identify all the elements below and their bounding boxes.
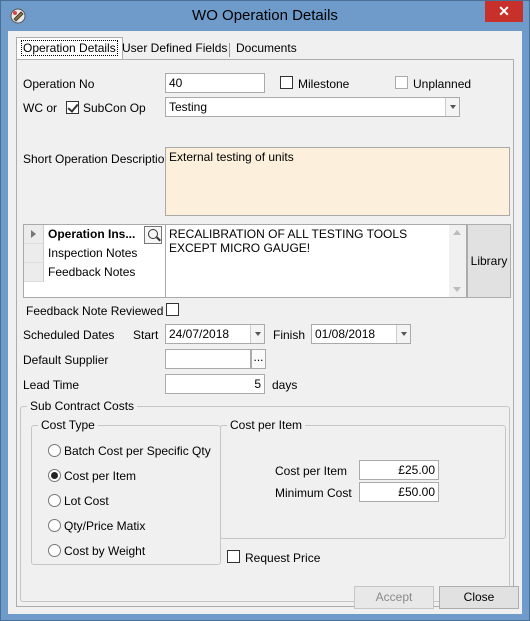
- radio-label-cost-by-weight: Cost by Weight: [64, 544, 146, 558]
- work-centre-combo[interactable]: Testing: [165, 97, 460, 117]
- note-text-area[interactable]: RECALIBRATION OF ALL TESTING TOOLS EXCEP…: [165, 224, 467, 298]
- title-bar[interactable]: WO Operation Details ✕: [1, 1, 529, 31]
- supplier-browse-button[interactable]: ...: [251, 349, 266, 369]
- short-desc-label: Short Operation Description: [23, 152, 172, 166]
- chevron-down-icon[interactable]: [445, 98, 459, 116]
- radio-cost-per-item[interactable]: [48, 469, 61, 482]
- tab-divider: [229, 43, 230, 57]
- feedback-reviewed-checkbox[interactable]: [166, 303, 179, 316]
- subcon-op-checkbox[interactable]: [66, 101, 79, 114]
- subcon-op-label: SubCon Op: [83, 101, 146, 115]
- cost-type-title: Cost Type: [38, 418, 98, 432]
- lead-time-input[interactable]: 5: [165, 374, 265, 394]
- notes-row-label: Operation Ins...: [48, 227, 136, 241]
- tab-documents[interactable]: Documents: [232, 39, 301, 59]
- chevron-down-icon[interactable]: [250, 325, 264, 343]
- radio-qty-price-matrix[interactable]: [48, 519, 61, 532]
- scroll-down-icon[interactable]: [453, 287, 461, 292]
- notes-row-inspection-notes[interactable]: Inspection Notes: [24, 244, 164, 263]
- window-title: WO Operation Details: [192, 7, 338, 24]
- window-close-icon[interactable]: ✕: [485, 1, 523, 22]
- wc-or-label: WC or: [23, 101, 57, 115]
- work-centre-value: Testing: [169, 100, 208, 114]
- milestone-label: Milestone: [298, 77, 350, 91]
- dialog-window: WO Operation Details ✕ Operation Details…: [0, 0, 530, 621]
- cost-per-item-label: Cost per Item: [275, 464, 348, 478]
- zoom-icon[interactable]: [144, 226, 162, 244]
- close-button[interactable]: Close: [439, 586, 519, 609]
- unplanned-label: Unplanned: [413, 77, 472, 91]
- radio-lot-cost[interactable]: [48, 494, 61, 507]
- row-header: [24, 263, 44, 282]
- cost-per-item-input[interactable]: £25.00: [359, 460, 439, 480]
- cost-type-group: Cost Type Batch Cost per Specific Qty Co…: [31, 418, 221, 565]
- row-pointer-icon: [31, 230, 36, 238]
- notes-row-operation-instructions[interactable]: Operation Ins...: [24, 225, 164, 244]
- request-price-label: Request Price: [245, 551, 321, 565]
- subcontract-costs-title: Sub Contract Costs: [27, 399, 138, 413]
- cost-per-item-title: Cost per Item: [227, 418, 306, 432]
- accept-button[interactable]: Accept: [354, 586, 434, 609]
- finish-date-value: 01/08/2018: [315, 327, 376, 341]
- feedback-reviewed-label: Feedback Note Reviewed: [26, 304, 164, 318]
- operation-details-panel: Operation No 40 Milestone Unplanned WC o…: [16, 59, 514, 607]
- cost-per-item-group: Cost per Item Cost per Item £25.00 Minim…: [220, 418, 506, 539]
- radio-label-batch-cost: Batch Cost per Specific Qty: [64, 444, 211, 458]
- unplanned-checkbox[interactable]: [395, 76, 408, 89]
- operation-no-label: Operation No: [23, 77, 95, 91]
- note-scrollbar[interactable]: [449, 225, 466, 297]
- notes-row-label: Feedback Notes: [48, 265, 136, 279]
- minimum-cost-input[interactable]: £50.00: [359, 482, 439, 502]
- milestone-checkbox[interactable]: [280, 76, 293, 89]
- notes-row-feedback-notes[interactable]: Feedback Notes: [24, 263, 164, 282]
- radio-batch-cost[interactable]: [48, 444, 61, 457]
- tab-label: Operation Details: [21, 40, 118, 56]
- tab-operation-details[interactable]: Operation Details: [16, 37, 123, 59]
- start-date-picker[interactable]: 24/07/2018: [165, 324, 265, 344]
- tab-user-defined-fields[interactable]: User Defined Fields: [118, 39, 231, 59]
- library-button[interactable]: Library: [467, 224, 511, 298]
- tab-label: User Defined Fields: [122, 41, 228, 55]
- minimum-cost-label: Minimum Cost: [275, 486, 352, 500]
- finish-label: Finish: [273, 328, 306, 342]
- start-date-value: 24/07/2018: [169, 327, 230, 341]
- default-supplier-label: Default Supplier: [23, 353, 109, 367]
- row-header: [24, 244, 44, 263]
- subcontract-costs-group: Sub Contract Costs Cost Type Batch Cost …: [20, 399, 510, 602]
- start-label: Start: [133, 328, 159, 342]
- tab-label: Documents: [236, 41, 297, 55]
- radio-label-qty-price-matrix: Qty/Price Matix: [64, 519, 146, 533]
- notes-row-label: Inspection Notes: [48, 246, 138, 260]
- request-price-checkbox[interactable]: [227, 550, 240, 563]
- finish-date-picker[interactable]: 01/08/2018: [311, 324, 411, 344]
- default-supplier-input[interactable]: [165, 349, 251, 369]
- dialog-client: Operation Details User Defined Fields Do…: [8, 31, 522, 614]
- radio-cost-by-weight[interactable]: [48, 544, 61, 557]
- row-header: [24, 225, 44, 244]
- scroll-up-icon[interactable]: [453, 230, 461, 235]
- radio-label-cost-per-item: Cost per Item: [64, 469, 137, 483]
- short-desc-textarea[interactable]: External testing of units: [165, 147, 510, 216]
- operation-no-input[interactable]: 40: [165, 73, 265, 93]
- lead-time-label: Lead Time: [23, 378, 80, 392]
- chevron-down-icon[interactable]: [396, 325, 410, 343]
- radio-label-lot-cost: Lot Cost: [64, 494, 109, 508]
- lead-time-unit: days: [272, 378, 298, 392]
- scheduled-dates-label: Scheduled Dates: [23, 328, 115, 342]
